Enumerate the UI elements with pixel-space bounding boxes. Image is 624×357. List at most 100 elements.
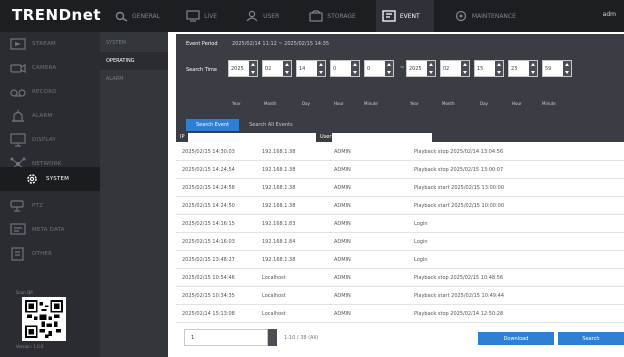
end-hour-stepper[interactable] (529, 61, 537, 76)
start-hour-stepper[interactable] (351, 61, 359, 76)
live-screen-icon (186, 10, 200, 22)
subnav-item-operating[interactable]: OPERATING (100, 52, 168, 70)
start-year-unit: Year (232, 101, 241, 106)
sidebar-item-stream[interactable]: STREAM (0, 32, 100, 56)
end-year-stepper[interactable] (427, 61, 435, 76)
tab-storage[interactable]: STORAGE (303, 0, 362, 32)
cell-source: Localhost (262, 293, 286, 299)
sidebar-item-camera[interactable]: CAMERA (0, 56, 100, 80)
main-content: Event Period 2025/02/14 11:12 ~ 2025/02/… (168, 32, 624, 357)
end-year-field[interactable]: 2025 (406, 60, 436, 77)
start-month-field[interactable]: 02 (262, 60, 292, 77)
table-row[interactable]: 2025/02/15 10:34:35 Localhost ADMIN Play… (176, 288, 624, 305)
end-minute-stepper[interactable] (563, 61, 571, 76)
cell-user: ADMIN (334, 149, 351, 155)
qr-title: Scan QR (16, 290, 33, 295)
cell-source: 192.168.1.38 (262, 149, 296, 155)
system-icon (27, 174, 37, 184)
tab-event[interactable]: EVENT (375, 0, 434, 32)
table-row[interactable]: 2025/02/15 10:54:46 Localhost ADMIN Play… (176, 270, 624, 287)
cell-event: Login (414, 239, 428, 245)
tab-search-event[interactable]: Search Event (186, 119, 240, 131)
end-month-field[interactable]: 02 (440, 60, 470, 77)
start-minute-value: 0 (367, 65, 371, 72)
cell-source: 192.168.1.38 (262, 257, 296, 263)
table-row[interactable]: 2025/02/15 14:24:50 192.168.1.38 ADMIN P… (176, 198, 624, 215)
page-stepper[interactable] (268, 329, 277, 346)
start-year-field[interactable]: 2025 (228, 60, 258, 77)
end-month-stepper[interactable] (461, 61, 469, 76)
cell-user: ADMIN (334, 311, 351, 317)
end-minute-unit: Minute (542, 101, 556, 106)
stream-icon (10, 38, 26, 50)
cell-datetime: 2025/02/15 14:24:54 (182, 167, 235, 173)
sidebar-item-alarm[interactable]: ALARM (0, 104, 100, 128)
sidebar-item-other[interactable]: OTHER (0, 242, 100, 266)
search-button[interactable]: Search (558, 332, 624, 345)
start-hour-field[interactable]: 0 (330, 60, 360, 77)
top-navigation: GENERAL LIVE USER STORAGE EVENT MAINTENA… (108, 0, 522, 32)
sidebar-item-record[interactable]: RECORD (0, 80, 100, 104)
maintenance-icon (455, 10, 466, 22)
start-month-unit: Month (264, 101, 277, 106)
sidebar-item-display[interactable]: DISPLAY (0, 128, 100, 152)
subnav-item-alarm[interactable]: ALARM (100, 70, 168, 88)
cell-user: ADMIN (334, 293, 351, 299)
start-minute-field[interactable]: 0 (364, 60, 394, 77)
table-row[interactable]: 2025/02/15 13:48:27 192.168.1.38 ADMIN L… (176, 252, 624, 269)
trendnet-logo: TRENDnet (12, 6, 102, 24)
tab-live[interactable]: LIVE (180, 0, 223, 32)
table-row[interactable]: 2025/02/15 14:30:03 192.168.1.38 ADMIN P… (176, 144, 624, 161)
table-row[interactable]: 2025/02/15 14:24:58 192.168.1.38 ADMIN P… (176, 180, 624, 197)
cell-datetime: 2025/02/15 14:30:03 (182, 149, 235, 155)
tab-search-all-events[interactable]: Search All Events (239, 119, 302, 131)
cell-event: Playback stop 2025/02/15 10:48:56 (414, 275, 504, 281)
start-minute-stepper[interactable] (385, 61, 393, 76)
download-button[interactable]: Download (478, 332, 554, 345)
end-hour-field[interactable]: 23 (508, 60, 538, 77)
start-hour-unit: Hour (334, 101, 344, 106)
tab-maintenance[interactable]: MAINTENANCE (448, 0, 522, 32)
sidebar-item-meta-data-label: META DATA (32, 227, 65, 233)
cell-event: Playback start 2025/02/15 10:00:00 (414, 203, 504, 209)
table-row[interactable]: 2025/02/15 14:16:15 192.168.1.83 ADMIN L… (176, 216, 624, 233)
cell-datetime: 2025/02/15 14:24:50 (182, 203, 235, 209)
start-year-stepper[interactable] (249, 61, 257, 76)
user-input[interactable] (332, 133, 432, 142)
end-day-stepper[interactable] (495, 61, 503, 76)
cell-datetime: 2025/02/15 14:16:03 (182, 239, 235, 245)
start-day-field[interactable]: 14 (296, 60, 326, 77)
page-number-input[interactable]: 1 (184, 329, 277, 346)
sidebar-item-alarm-label: ALARM (32, 113, 53, 119)
sidebar-item-record-label: RECORD (32, 89, 57, 95)
current-user[interactable]: adm (603, 11, 616, 18)
end-minute-value: 59 (545, 65, 552, 72)
sidebar-item-meta-data[interactable]: META DATA (0, 218, 100, 242)
end-day-unit: Day (480, 101, 488, 106)
qr-code (22, 297, 66, 341)
tab-general[interactable]: GENERAL (108, 0, 166, 32)
cell-event: Login (414, 257, 428, 263)
table-row[interactable]: 2025/02/15 14:16:03 192.168.1.84 ADMIN L… (176, 234, 624, 251)
start-day-stepper[interactable] (317, 61, 325, 76)
cell-source: Localhost (262, 275, 286, 281)
sidebar-item-ptz[interactable]: PTZ (0, 194, 100, 218)
search-time-label: Search Time (186, 67, 218, 73)
other-icon (11, 247, 24, 261)
cell-event: Playback start 2025/02/15 13:00:00 (414, 185, 504, 191)
end-day-field[interactable]: 15 (474, 60, 504, 77)
end-hour-value: 23 (511, 65, 518, 72)
tab-maintenance-label: MAINTENANCE (471, 12, 516, 20)
table-row[interactable]: 2025/02/14 15:13:08 Localhost ADMIN Play… (176, 306, 624, 323)
table-row[interactable]: 2025/02/15 14:24:54 192.168.1.38 ADMIN P… (176, 162, 624, 179)
sidebar-item-system[interactable]: SYSTEM (0, 167, 100, 191)
user-icon (246, 10, 258, 22)
ip-label: IP (180, 134, 185, 140)
start-month-stepper[interactable] (283, 61, 291, 76)
end-day-value: 15 (477, 65, 484, 72)
tab-user[interactable]: USER (239, 0, 285, 32)
end-minute-field[interactable]: 59 (542, 60, 572, 77)
subnav-item-system[interactable]: SYSTEM (100, 34, 168, 52)
ip-input[interactable] (188, 133, 316, 142)
event-period-value: 2025/02/14 11:12 ~ 2025/02/15 14:35 (232, 41, 330, 47)
